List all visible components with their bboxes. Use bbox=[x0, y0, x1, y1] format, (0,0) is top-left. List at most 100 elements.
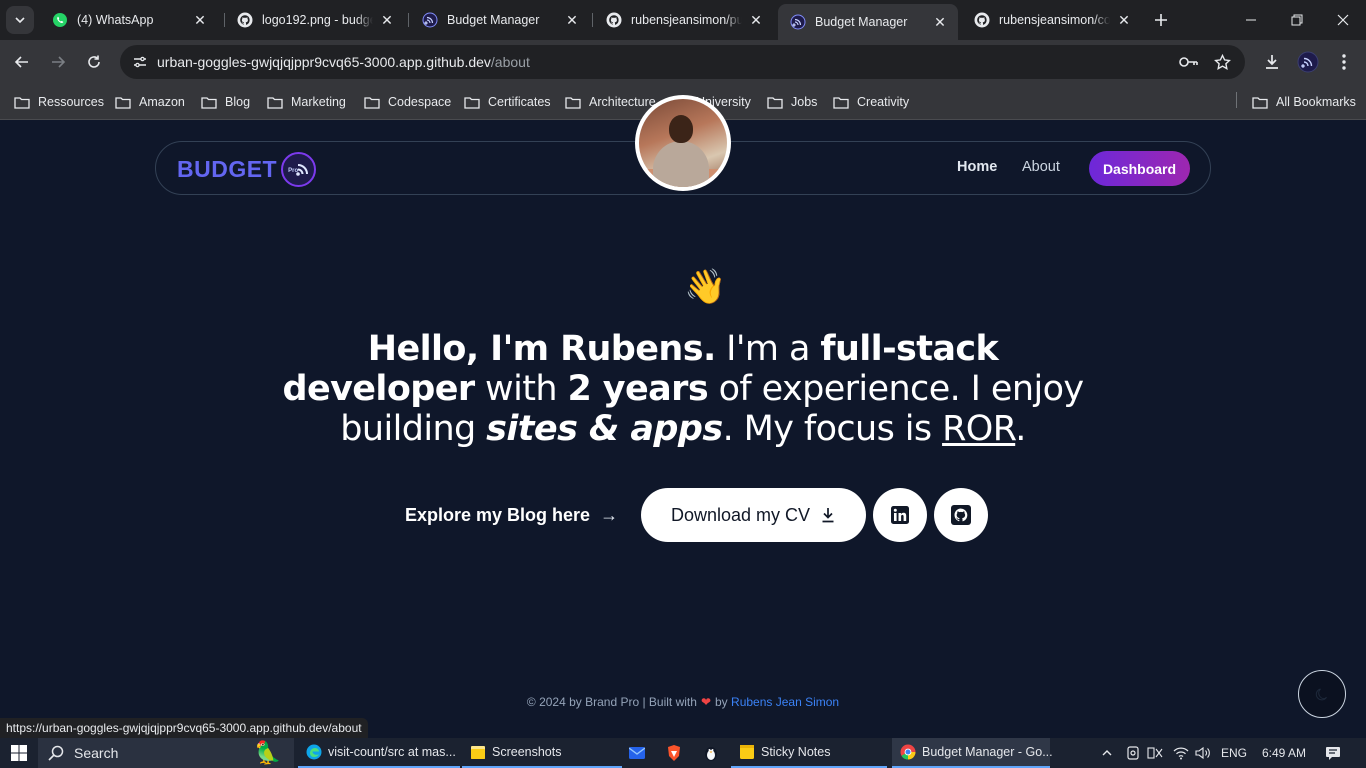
folder-icon bbox=[14, 96, 30, 109]
bookmark-architecture[interactable]: Architecture bbox=[565, 92, 656, 112]
password-key-icon[interactable] bbox=[1179, 52, 1199, 72]
wifi-icon[interactable] bbox=[1172, 738, 1190, 768]
footer-author-link[interactable]: Rubens Jean Simon bbox=[731, 695, 839, 709]
headline-sites-apps: sites & apps bbox=[486, 409, 723, 449]
minimize-button[interactable] bbox=[1236, 6, 1266, 34]
back-button[interactable] bbox=[8, 48, 36, 76]
linkedin-icon bbox=[891, 506, 909, 524]
footer-by: by bbox=[715, 695, 728, 709]
github-button[interactable] bbox=[934, 488, 988, 542]
profile-avatar-icon[interactable] bbox=[1296, 50, 1320, 74]
clock[interactable]: 6:49 AM bbox=[1256, 738, 1312, 768]
tab-budget-manager[interactable]: Budget Manager ✕ bbox=[410, 4, 590, 36]
folder-icon bbox=[471, 746, 485, 759]
avatar bbox=[635, 95, 731, 191]
bookmark-label: Marketing bbox=[291, 95, 346, 109]
site-logo[interactable]: BUDGET Pro bbox=[177, 152, 317, 187]
taskbar-app-edge[interactable]: visit-count/src at mas... bbox=[298, 738, 460, 768]
reload-button[interactable] bbox=[80, 48, 108, 76]
brave-icon[interactable] bbox=[666, 745, 682, 761]
bookmark-blog[interactable]: Blog bbox=[201, 92, 250, 112]
taskbar-app-screenshots[interactable]: Screenshots bbox=[462, 738, 622, 768]
taskbar-app-sticky-notes[interactable]: Sticky Notes bbox=[731, 738, 887, 768]
close-icon[interactable]: ✕ bbox=[932, 14, 948, 30]
notifications-icon[interactable] bbox=[1322, 738, 1344, 768]
bookmark-amazon[interactable]: Amazon bbox=[115, 92, 185, 112]
address-bar[interactable]: urban-goggles-gwjqjqjppr9cvq65-3000.app.… bbox=[120, 45, 1245, 79]
rss-logo-icon: Pro bbox=[281, 152, 317, 187]
all-bookmarks[interactable]: All Bookmarks bbox=[1252, 92, 1356, 112]
bookmark-codespace[interactable]: Codespace bbox=[364, 92, 451, 112]
folder-icon bbox=[767, 96, 783, 109]
bookmark-label: Jobs bbox=[791, 95, 818, 109]
tab-label: logo192.png - budget bbox=[262, 13, 373, 27]
nav-about[interactable]: About bbox=[1022, 159, 1060, 175]
folder-icon bbox=[565, 96, 581, 109]
bookmark-star-icon[interactable] bbox=[1212, 52, 1232, 72]
github-icon bbox=[951, 505, 971, 525]
headline-text: . My focus is bbox=[722, 409, 943, 449]
taskbar-search-box[interactable]: Search 🦜 bbox=[38, 738, 294, 768]
camera-icon[interactable] bbox=[1124, 738, 1142, 768]
input-method-icon[interactable] bbox=[1146, 738, 1164, 768]
tab-github-pub[interactable]: rubensjeansimon/pub ✕ bbox=[594, 4, 774, 36]
hero-headline: Hello, I'm Rubens. I'm a full-stack deve… bbox=[280, 329, 1086, 449]
bookmark-certificates[interactable]: Certificates bbox=[464, 92, 551, 112]
tab-whatsapp[interactable]: (4) WhatsApp ✕ bbox=[40, 4, 218, 36]
taskbar-app-chrome[interactable]: Budget Manager - Go... bbox=[892, 738, 1053, 768]
tab-logo192[interactable]: logo192.png - budget ✕ bbox=[225, 4, 405, 36]
dashboard-button[interactable]: Dashboard bbox=[1089, 151, 1190, 186]
close-icon[interactable]: ✕ bbox=[379, 12, 395, 28]
bookmark-ressources[interactable]: Ressources bbox=[14, 92, 104, 112]
headline-greeting: Hello, I'm Rubens. bbox=[367, 329, 716, 369]
close-icon[interactable]: ✕ bbox=[748, 12, 764, 28]
tab-label: rubensjeansimon/con bbox=[999, 13, 1110, 27]
browser-toolbar: urban-goggles-gwjqjqjppr9cvq65-3000.app.… bbox=[0, 40, 1366, 84]
blog-link-label: Explore my Blog here bbox=[405, 505, 591, 525]
downloads-icon[interactable] bbox=[1260, 50, 1284, 74]
bookmark-label: Blog bbox=[225, 95, 251, 109]
whatsapp-icon bbox=[52, 12, 68, 28]
tab-search-button[interactable] bbox=[6, 6, 34, 34]
forward-button[interactable] bbox=[44, 48, 72, 76]
github-icon bbox=[237, 12, 253, 28]
download-cv-button[interactable]: Download my CV bbox=[641, 488, 866, 542]
penguin-icon[interactable] bbox=[703, 745, 719, 761]
explore-blog-link[interactable]: Explore my Blog here → bbox=[405, 505, 618, 526]
plus-icon bbox=[1155, 14, 1167, 26]
bookmark-label: Ressources bbox=[38, 95, 104, 109]
more-menu-icon[interactable] bbox=[1332, 50, 1356, 74]
mail-icon[interactable] bbox=[629, 745, 645, 761]
search-icon bbox=[48, 745, 64, 761]
close-icon[interactable]: ✕ bbox=[192, 12, 208, 28]
bookmark-creativity[interactable]: Creativity bbox=[833, 92, 909, 112]
show-hidden-icons-button[interactable] bbox=[1098, 738, 1116, 768]
new-tab-button[interactable] bbox=[1149, 8, 1173, 32]
chevron-up-icon bbox=[1102, 750, 1112, 756]
close-icon[interactable]: ✕ bbox=[564, 12, 580, 28]
language-indicator[interactable]: ENG bbox=[1218, 738, 1250, 768]
url-host: urban-goggles-gwjqjqjppr9cvq65-3000.app.… bbox=[157, 54, 491, 70]
window-close-button[interactable] bbox=[1328, 6, 1358, 34]
waving-hand-icon: 👋 bbox=[684, 268, 727, 306]
bookmark-jobs[interactable]: Jobs bbox=[767, 92, 817, 112]
close-icon[interactable]: ✕ bbox=[1116, 12, 1132, 28]
theme-toggle-button[interactable] bbox=[1298, 670, 1346, 718]
taskbar-app-label: Sticky Notes bbox=[761, 745, 831, 759]
budget-icon bbox=[422, 12, 438, 28]
restore-button[interactable] bbox=[1282, 6, 1312, 34]
site-info-icon[interactable] bbox=[128, 50, 152, 74]
volume-icon[interactable] bbox=[1194, 738, 1212, 768]
sticky-notes-icon bbox=[740, 745, 754, 759]
bookmark-marketing[interactable]: Marketing bbox=[267, 92, 346, 112]
windows-taskbar: Search 🦜 visit-count/src at mas... Scree… bbox=[0, 738, 1366, 768]
tab-budget-manager-active[interactable]: Budget Manager ✕ bbox=[778, 4, 958, 40]
url-text[interactable]: urban-goggles-gwjqjqjppr9cvq65-3000.app.… bbox=[157, 54, 530, 70]
start-button[interactable] bbox=[0, 738, 38, 768]
linkedin-button[interactable] bbox=[873, 488, 927, 542]
tab-github-con[interactable]: rubensjeansimon/con ✕ bbox=[962, 4, 1142, 36]
footer-text: © 2024 by Brand Pro | Built with bbox=[526, 695, 697, 709]
tab-label: Budget Manager bbox=[447, 13, 540, 27]
nav-home[interactable]: Home bbox=[957, 159, 997, 175]
bookmark-label: Codespace bbox=[388, 95, 452, 109]
